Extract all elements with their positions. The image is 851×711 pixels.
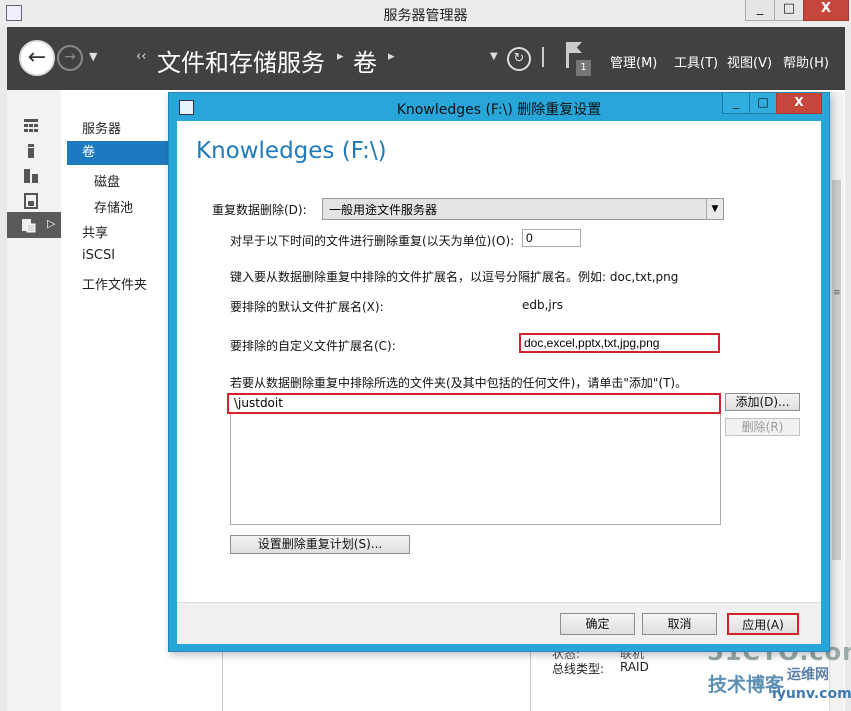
bg-pane-divider [222, 650, 223, 711]
dedup-mode-select[interactable]: 一般用途文件服务器 ▼ [322, 198, 724, 220]
add-folder-button[interactable]: 添加(D)... [725, 393, 800, 411]
notification-count-badge: 1 [576, 60, 591, 76]
scrollbar-grip-icon: ≡ [833, 288, 841, 298]
menu-view[interactable]: 视图(V) [727, 52, 772, 71]
sidebar: 服务器 卷 磁盘 存储池 共享 iSCSI 工作文件夹 [61, 90, 168, 711]
close-button[interactable]: X [803, 0, 849, 21]
watermark-iyunv: iyunv.com [772, 686, 851, 702]
bg-bus-type-label: 总线类型: [552, 662, 605, 676]
maximize-button[interactable]: □ [774, 0, 804, 21]
breadcrumb-file-storage[interactable]: 文件和存储服务 [157, 43, 325, 78]
dedup-settings-dialog: Knowledges (F:\) 删除重复设置 _ □ X Knowledges… [168, 92, 830, 652]
window-frame-left [0, 27, 7, 711]
exclude-extensions-help: 键入要从数据删除重复中排除的文件扩展名，以逗号分隔扩展名。例如: doc,txt… [230, 270, 679, 284]
sidebar-item-work-folders[interactable]: 工作文件夹 [82, 274, 147, 293]
scrollbar-thumb[interactable] [832, 180, 841, 560]
file-services-icon[interactable] [23, 193, 39, 209]
excluded-folder-path: \justdoit [234, 396, 283, 410]
bg-bus-type-value: RAID [620, 660, 649, 674]
cancel-button[interactable]: 取消 [642, 613, 717, 635]
minimize-button[interactable]: _ [745, 0, 775, 21]
breadcrumb-dropdown-icon[interactable]: ▼ [490, 51, 498, 62]
all-servers-icon[interactable] [23, 168, 39, 184]
icon-column [7, 90, 62, 711]
flag-cloth [569, 42, 582, 53]
remove-folder-button[interactable]: 删除(R) [725, 418, 800, 436]
local-server-icon[interactable] [23, 143, 39, 159]
watermark-yunweiwang: 运维网 [787, 667, 829, 683]
dialog-body: Knowledges (F:\) 重复数据删除(D): 一般用途文件服务器 ▼ … [177, 121, 821, 644]
sidebar-item-servers[interactable]: 服务器 [82, 118, 121, 137]
sidebar-item-storage-pools[interactable]: 存储池 [94, 197, 133, 216]
menu-help[interactable]: 帮助(H) [783, 52, 829, 71]
custom-extensions-label: 要排除的自定义文件扩展名(C): [230, 339, 396, 353]
dedup-mode-value: 一般用途文件服务器 [329, 203, 438, 217]
breadcrumb-volumes[interactable]: 卷 [353, 43, 377, 78]
bg-pane-divider [530, 650, 531, 711]
exclude-folders-help: 若要从数据删除重复中排除所选的文件夹(及其中包括的任何文件)，请单击"添加"(T… [230, 376, 688, 390]
dialog-footer: 确定 取消 应用(A) [177, 602, 821, 644]
file-age-label: 对早于以下时间的文件进行删除重复(以天为单位)(O): [230, 234, 515, 248]
arrow-right-icon: → [64, 49, 76, 65]
toolbar-divider [542, 47, 544, 67]
forward-button[interactable]: → [57, 45, 83, 71]
apply-button[interactable]: 应用(A) [727, 613, 799, 635]
default-extensions-label: 要排除的默认文件扩展名(X): [230, 300, 384, 314]
dedup-mode-label: 重复数据删除(D): [212, 203, 307, 217]
custom-extensions-input[interactable] [519, 333, 720, 353]
breadcrumb-separator-icon: ▸ [388, 49, 395, 64]
ok-button[interactable]: 确定 [560, 613, 635, 635]
sidebar-item-iscsi[interactable]: iSCSI [82, 248, 115, 263]
dialog-maximize-button[interactable]: □ [749, 93, 777, 114]
breadcrumb-separator-icon: ▸ [337, 49, 344, 64]
folder-server-icon [22, 219, 36, 233]
set-schedule-button[interactable]: 设置删除重复计划(S)... [230, 535, 410, 554]
menu-manage[interactable]: 管理(M) [610, 52, 657, 71]
flag-pole [566, 42, 569, 68]
breadcrumb-back-chevron-icon: ‹‹ [136, 49, 147, 64]
window-title-bar: 服务器管理器 _ □ X [0, 0, 851, 28]
back-button[interactable]: ← [19, 40, 55, 76]
arrow-left-icon: ← [27, 45, 47, 70]
main-scrollbar[interactable]: ≡ [829, 92, 844, 711]
window-frame-right [845, 27, 851, 711]
menu-tools[interactable]: 工具(T) [674, 52, 718, 71]
refresh-icon[interactable]: ↻ [507, 47, 531, 71]
sidebar-item-shares[interactable]: 共享 [82, 222, 108, 241]
default-extensions-value: edb,jrs [522, 298, 563, 312]
chevron-down-icon[interactable]: ▼ [706, 199, 723, 219]
dialog-title-bar: Knowledges (F:\) 删除重复设置 _ □ X [169, 93, 829, 121]
excluded-folders-list[interactable] [230, 395, 721, 525]
navigation-bar: ← → ▼ ‹‹ 文件和存储服务 ▸ 卷 ▸ ▼ ↻ 1 管理(M) 工具(T)… [7, 27, 845, 90]
dialog-heading: Knowledges (F:\) [196, 138, 387, 164]
dialog-close-button[interactable]: X [776, 93, 822, 114]
expand-chevron-icon: ▷ [47, 217, 56, 230]
excluded-folder-item[interactable]: \justdoit [227, 393, 721, 414]
file-age-input[interactable] [522, 229, 581, 247]
window-title: 服务器管理器 [383, 8, 468, 24]
notifications-flag-icon[interactable]: 1 [564, 42, 591, 76]
dialog-minimize-button[interactable]: _ [722, 93, 750, 114]
sidebar-item-volumes[interactable]: 卷 [67, 141, 168, 165]
dashboard-icon[interactable] [23, 118, 39, 134]
file-storage-services-icon[interactable]: ▷ [7, 212, 61, 238]
sidebar-item-disks[interactable]: 磁盘 [94, 171, 120, 190]
history-dropdown-icon[interactable]: ▼ [89, 50, 97, 63]
